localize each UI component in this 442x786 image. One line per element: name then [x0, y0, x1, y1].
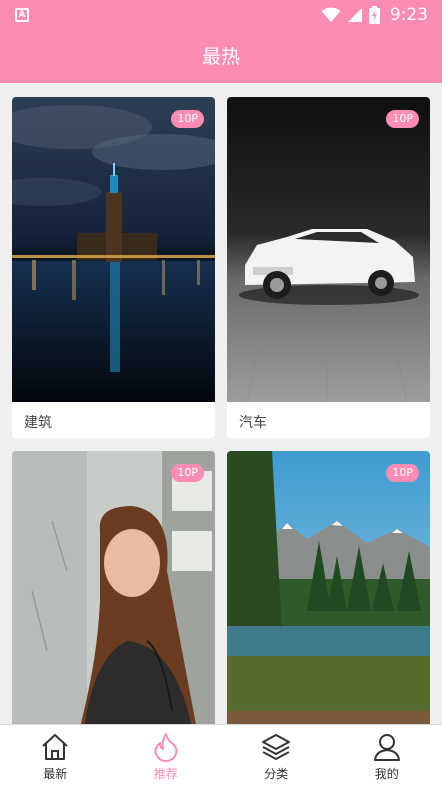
tab-profile[interactable]: 我的 — [332, 725, 442, 786]
photo-count-badge: 10P — [171, 110, 204, 128]
photo-grid[interactable]: 10P 建筑 10P 汽车 10P 10P — [0, 83, 442, 724]
app-header: A 9:23 最热 — [0, 0, 442, 83]
status-bar: A 9:23 — [0, 0, 442, 30]
page-title: 最热 — [201, 46, 240, 68]
status-indicators: 9:23 — [321, 4, 428, 26]
photo-count-badge: 10P — [171, 464, 204, 482]
photo-count-badge: 10P — [386, 110, 419, 128]
tab-label: 我的 — [374, 767, 399, 781]
wifi-icon — [321, 7, 341, 22]
photo-count-badge: 10P — [386, 464, 419, 482]
album-card-architecture[interactable]: 10P 建筑 — [12, 97, 215, 438]
bottom-tab-bar: 最新 推荐 分类 我的 — [0, 724, 442, 786]
tab-label: 分类 — [264, 767, 289, 781]
flame-icon — [154, 733, 178, 762]
layers-icon — [262, 734, 291, 760]
album-title: 建筑 — [24, 415, 52, 431]
tab-label: 推荐 — [153, 767, 178, 781]
album-card-portrait[interactable]: 10P — [12, 451, 215, 724]
tab-latest[interactable]: 最新 — [0, 725, 111, 786]
signal-icon — [347, 8, 362, 22]
clock: 9:23 — [389, 5, 428, 25]
tab-recommended[interactable]: 推荐 — [111, 725, 222, 786]
battery-icon — [368, 6, 380, 24]
home-icon — [42, 734, 68, 760]
app-notification-icon: A — [15, 8, 29, 22]
tab-categories[interactable]: 分类 — [221, 725, 332, 786]
tab-label: 最新 — [43, 767, 68, 781]
album-cover-image — [227, 97, 430, 402]
album-title: 汽车 — [239, 415, 267, 431]
album-cover-image — [227, 451, 430, 724]
album-card-cars[interactable]: 10P 汽车 — [227, 97, 430, 438]
album-card-landscape[interactable]: 10P — [227, 451, 430, 724]
album-cover-image — [12, 97, 215, 402]
album-cover-image — [12, 451, 215, 724]
user-icon — [373, 734, 400, 761]
